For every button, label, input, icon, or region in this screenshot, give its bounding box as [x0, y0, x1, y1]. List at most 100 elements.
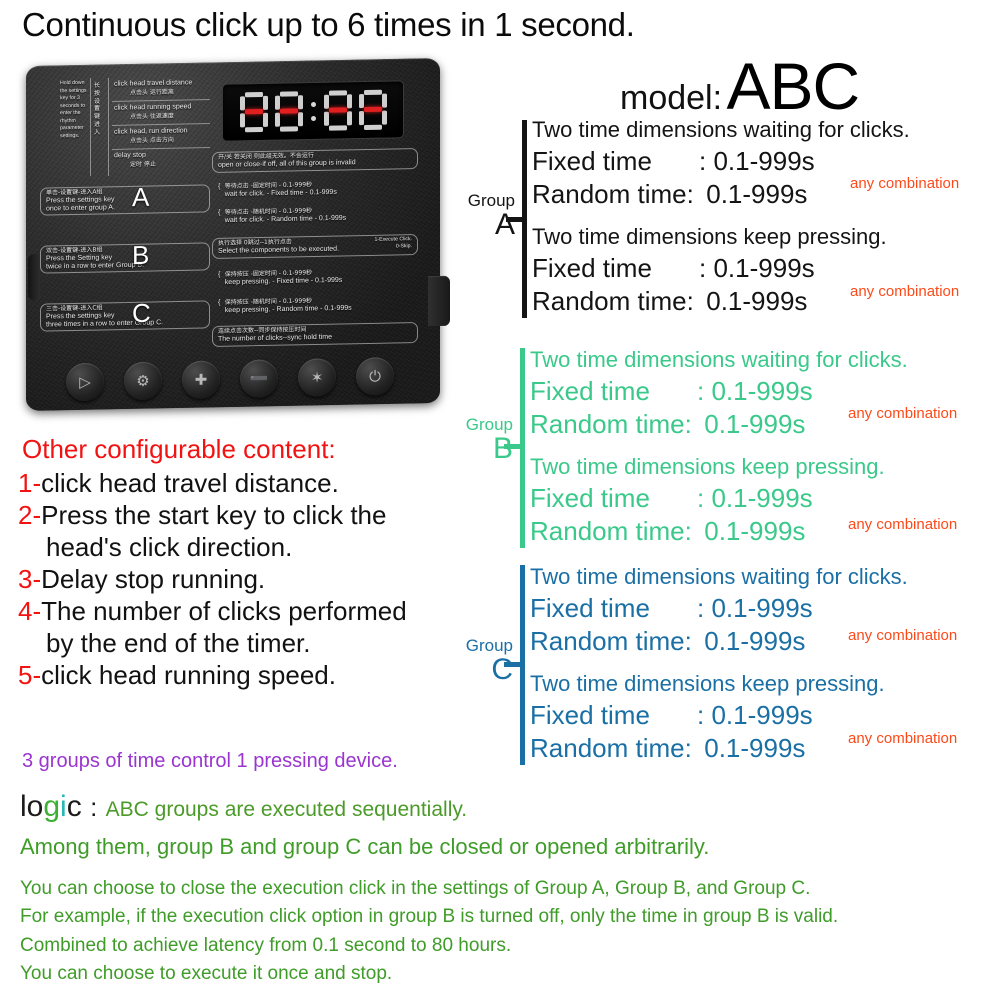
feature-2-cn: 点击头 点击方向	[130, 136, 174, 145]
logic-line: Among them, group B and group C can be c…	[20, 834, 710, 859]
group-a-bracket-tick	[506, 217, 524, 222]
device-rp-row2-1: { 保持按压 -随机时间 - 0.1-999秒 keep pressing. -…	[218, 297, 352, 315]
group-b-note-1: any combination	[848, 516, 958, 533]
device-group-a-letter: A	[132, 181, 150, 213]
group-c-b1-r1-value: 0.1-999s	[704, 733, 806, 764]
play-button[interactable]: ▷	[66, 362, 104, 402]
device-rp-row2-1-en: keep pressing. - Random time - 0.1-999s	[224, 304, 352, 315]
minus-button[interactable]: ➖	[240, 359, 278, 399]
group-a-b0-r0-value: 0.1-999s	[713, 145, 815, 176]
group-c-bracket-tick	[504, 662, 522, 667]
logic-colon: :	[90, 792, 98, 822]
group-a-block-1-row-1: Random time: 0.1-999s	[532, 285, 887, 319]
group-b-block-0-heading: Two time dimensions waiting for clicks.	[530, 347, 908, 372]
group-b-b0-r0-sep: :	[697, 375, 705, 406]
group-b-tag: Group B	[438, 416, 513, 465]
feature-2-en: click head, run direction	[114, 127, 188, 136]
list-item-number: 5-	[18, 659, 42, 690]
list-item-number: 4-	[18, 595, 42, 626]
group-a-b0-r0-sep: :	[699, 145, 707, 176]
settings-gear-button[interactable]: ⚙	[124, 361, 162, 401]
summary-line: 3 groups of time control 1 pressing devi…	[22, 750, 398, 772]
logic-word-part-1: lo	[20, 790, 44, 823]
device-select-en-right: 0-Skip.	[395, 242, 412, 250]
page-title: Continuous click up to 6 times in 1 seco…	[22, 6, 635, 43]
list-item-continuation: head's click direction.	[46, 531, 293, 562]
group-a-block-1: Two time dimensions keep pressing. Fixed…	[532, 223, 887, 319]
group-c-block-0-heading: Two time dimensions waiting for clicks.	[530, 564, 908, 589]
device-group-c-letter: C	[132, 297, 151, 329]
logic-heading: logic : ABC groups are executed sequenti…	[20, 790, 980, 823]
device-select-en: Select the components to be executed.	[218, 245, 340, 255]
group-a-b1-r0-sep: :	[699, 252, 707, 283]
device-right-tab	[428, 275, 450, 327]
device-rp-row-0-en: wait for click. - Fixed time - 0.1-999s	[224, 188, 337, 199]
logic-lead-text: ABC groups are executed sequentially.	[105, 798, 468, 821]
group-a-block-1-heading: Two time dimensions keep pressing.	[532, 224, 887, 249]
logic-line: You can choose to execute it once and st…	[20, 963, 393, 985]
group-b-b1-r0-sep: :	[697, 482, 705, 513]
group-a-tag: Group A	[440, 192, 515, 241]
feature-1-en: click head running speed	[114, 103, 192, 112]
group-b-b1-r1-label: Random time:	[530, 516, 692, 547]
group-c-block-0-row-0: Fixed time: 0.1-999s	[530, 592, 908, 626]
list-item-number: 1-	[18, 468, 42, 498]
group-a-letter: A	[494, 208, 515, 241]
group-c-b0-r1-value: 0.1-999s	[704, 626, 806, 657]
group-c-block-0: Two time dimensions waiting for clicks. …	[530, 563, 908, 659]
list-item: 3-Delay stop running.	[18, 564, 478, 596]
star-button[interactable]: ✶	[298, 358, 336, 397]
device-left-note-cn: 长按设置键进入	[94, 81, 101, 136]
device-left-note-en: Hold down the settings key for 3 seconds…	[60, 79, 87, 140]
led-digit	[323, 90, 352, 131]
group-b-note-0: any combination	[848, 405, 958, 422]
logic-word-part-3: i	[60, 790, 67, 823]
group-b-block-0-row-0: Fixed time: 0.1-999s	[530, 375, 908, 409]
device-select-box: 执行选择 0跳过--1执行点击 1-Execute Click. Select …	[212, 234, 418, 259]
group-b-block-1: Two time dimensions keep pressing. Fixed…	[530, 453, 885, 549]
group-a-block-1-row-0: Fixed time: 0.1-999s	[532, 252, 887, 286]
led-digit	[239, 91, 268, 133]
device-rp-row2-0: { 保持按压 -固定时间 - 0.1-999秒 keep pressing. -…	[218, 269, 343, 287]
group-b-b1-r1-value: 0.1-999s	[704, 516, 806, 547]
list-item-text: Delay stop running.	[41, 563, 266, 594]
device-group-c-box: 三击-设置键-进入C组 Press the settings key three…	[40, 300, 210, 333]
group-b-b1-r0-value: 0.1-999s	[711, 482, 813, 513]
device-left-tab	[28, 253, 40, 301]
group-c-block-1-row-1: Random time: 0.1-999s	[530, 732, 885, 766]
device-photo: Hold down the settings key for 3 seconds…	[22, 58, 450, 413]
group-a-b1-r0-value: 0.1-999s	[713, 252, 815, 283]
list-item-number: 3-	[18, 563, 42, 594]
group-c-block-1-heading: Two time dimensions keep pressing.	[530, 671, 885, 696]
logic-line: For example, if the execution click opti…	[20, 906, 839, 928]
feature-1-cn: 点击头 往返速度	[130, 112, 174, 121]
group-c-block-1-row-0: Fixed time: 0.1-999s	[530, 699, 885, 733]
group-b-block-1-row-1: Random time: 0.1-999s	[530, 515, 885, 549]
list-item-text: click head running speed.	[41, 659, 336, 690]
group-a-block-0-heading: Two time dimensions waiting for clicks.	[532, 117, 910, 142]
led-digit	[274, 91, 303, 132]
group-a-b0-r0-label: Fixed time	[532, 145, 652, 176]
group-c-block-1: Two time dimensions keep pressing. Fixed…	[530, 670, 885, 766]
logic-word-part-4: c	[66, 790, 82, 823]
group-b-b0-r1-label: Random time:	[530, 409, 692, 440]
logic-section: logic : ABC groups are executed sequenti…	[20, 790, 980, 989]
group-b-bracket-tick	[504, 444, 522, 449]
device-toggle-box: 开/关 若关闭 则此组无效。不会运行 open or close-if off,…	[212, 148, 418, 173]
device-group-b-box: 双击-设置键-进入B组 Press the Setting key twice …	[40, 242, 210, 275]
list-item-text: click head travel distance.	[41, 468, 339, 498]
group-a-block-0: Two time dimensions waiting for clicks. …	[532, 116, 910, 212]
power-button[interactable]: ⏻	[356, 357, 394, 396]
group-b-letter: B	[492, 432, 513, 465]
feature-3-en: delay stop	[114, 151, 146, 160]
plus-button[interactable]: ✚	[182, 360, 220, 400]
device-group-b-letter: B	[132, 239, 150, 271]
led-digit	[358, 89, 387, 131]
group-c-b1-r0-label: Fixed time	[530, 699, 650, 730]
list-item: 5-click head running speed.	[18, 660, 478, 692]
other-content-title: Other configurable content:	[22, 434, 336, 464]
logic-line: You can choose to close the execution cl…	[20, 877, 811, 899]
device-rp-row-1-en: wait for click. - Random time - 0.1-999s	[224, 214, 347, 225]
device-rp-row-1: { 等待点击 -随机时间 - 0.1-999秒 wait for click. …	[218, 207, 347, 225]
group-b-b0-r0-value: 0.1-999s	[711, 375, 813, 406]
